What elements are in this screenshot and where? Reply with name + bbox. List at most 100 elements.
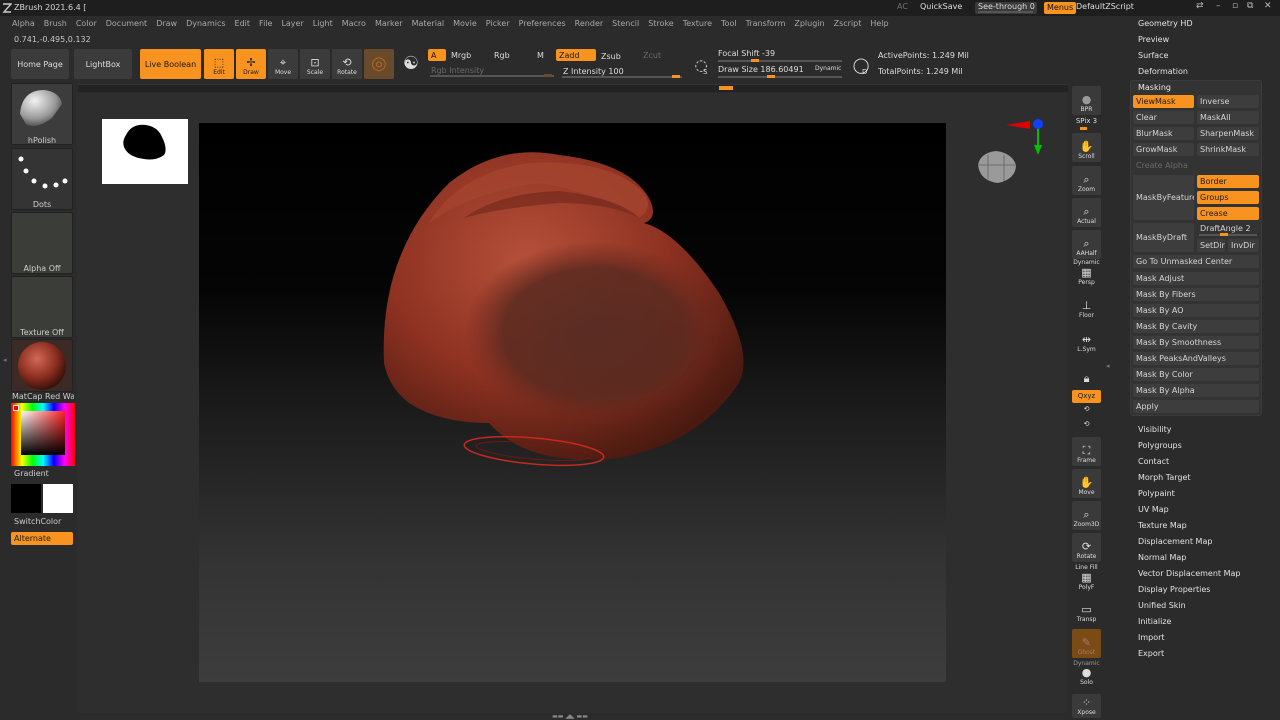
menu-dynamics[interactable]: Dynamics <box>186 19 225 31</box>
swap-icon[interactable]: ⇄ <box>1196 1 1204 11</box>
menu-tool[interactable]: Tool <box>721 19 737 31</box>
draftangle-knob[interactable] <box>1220 233 1228 236</box>
menu-document[interactable]: Document <box>106 19 147 31</box>
displacement-map-menu[interactable]: Displacement Map <box>1138 537 1212 546</box>
bpr-button[interactable]: ● BPR <box>1072 86 1101 115</box>
menu-marker[interactable]: Marker <box>375 19 403 31</box>
preview-menu[interactable]: Preview <box>1138 35 1169 44</box>
gyro-toggle-button[interactable]: ☯ <box>396 49 426 79</box>
growmask-button[interactable]: GrowMask <box>1133 143 1194 156</box>
seethrough-slider[interactable]: See-through 0 <box>975 2 1037 14</box>
export-menu[interactable]: Export <box>1138 649 1164 658</box>
polyf-button[interactable]: ▦ PolyF <box>1072 571 1101 593</box>
backface-mask-button[interactable]: ◯ <box>846 49 876 79</box>
document-viewport[interactable] <box>199 123 946 682</box>
scale-mode-button[interactable]: ⊡ Scale <box>300 49 330 79</box>
zoom3d-button[interactable]: ⌕ Zoom3D <box>1072 501 1101 530</box>
create-alpha-button[interactable]: Create Alpha <box>1133 159 1259 172</box>
border-toggle[interactable]: Border <box>1197 175 1259 188</box>
line-fill-toggle[interactable]: Line Fill <box>1072 564 1101 571</box>
scroll-button[interactable]: ✋ Scroll <box>1072 133 1101 162</box>
draw-mode-button[interactable]: ✢ Draw <box>236 49 266 79</box>
inverse-button[interactable]: Inverse <box>1197 95 1259 108</box>
unified-skin-menu[interactable]: Unified Skin <box>1138 601 1186 610</box>
mask-by-smoothness-menu[interactable]: Mask By Smoothness <box>1133 336 1259 349</box>
menu-zplugin[interactable]: Zplugin <box>794 19 824 31</box>
floor-button[interactable]: ⊥ Floor <box>1072 292 1101 321</box>
surface-menu[interactable]: Surface <box>1138 51 1168 60</box>
lightbox-button[interactable]: LightBox <box>74 49 132 79</box>
ghost-button[interactable]: ✎ Ghost <box>1072 629 1101 658</box>
aahalf-button[interactable]: ⌕ AAHalf <box>1072 230 1101 259</box>
default-zscript-button[interactable]: DefaultZScript <box>1076 2 1134 11</box>
xpose-button[interactable]: ⁘ Xpose <box>1072 694 1101 718</box>
blurmask-button[interactable]: BlurMask <box>1133 127 1194 140</box>
menu-preferences[interactable]: Preferences <box>519 19 566 31</box>
shrinkmask-button[interactable]: ShrinkMask <box>1197 143 1259 156</box>
setdir-button[interactable]: SetDir <box>1197 239 1225 252</box>
secondary-color-swatch[interactable] <box>43 484 73 513</box>
color-picker-square[interactable] <box>21 411 65 455</box>
zcut-toggle[interactable]: Zcut <box>640 49 661 61</box>
z-intensity-knob[interactable] <box>672 75 680 78</box>
dynamic-persp-toggle[interactable]: Dynamic <box>1072 259 1101 266</box>
texture-map-menu[interactable]: Texture Map <box>1138 521 1187 530</box>
right-tray-arrow-icon[interactable]: ◂ <box>1106 362 1110 370</box>
persp-button[interactable]: ▦ Persp <box>1072 266 1101 288</box>
menu-texture[interactable]: Texture <box>683 19 712 31</box>
lazy-mouse-button[interactable]: ◌ <box>686 49 716 79</box>
draw-size-knob[interactable] <box>767 75 775 78</box>
menu-alpha[interactable]: Alpha <box>12 19 35 31</box>
menu-stencil[interactable]: Stencil <box>612 19 639 31</box>
restore-icon[interactable]: ⧉ <box>1247 1 1253 11</box>
menu-transform[interactable]: Transform <box>746 19 786 31</box>
menu-picker[interactable]: Picker <box>486 19 510 31</box>
menu-render[interactable]: Render <box>575 19 603 31</box>
spix-slider[interactable]: SPix 3 <box>1072 117 1101 125</box>
gradient-label[interactable]: Gradient <box>14 469 49 478</box>
initialize-menu[interactable]: Initialize <box>1138 617 1171 626</box>
live-boolean-button[interactable]: Live Boolean <box>140 49 201 79</box>
move-mode-button[interactable]: ⌖ Move <box>268 49 298 79</box>
morph-target-menu[interactable]: Morph Target <box>1138 473 1191 482</box>
close-icon[interactable]: ✕ <box>1264 1 1272 11</box>
menu-layer[interactable]: Layer <box>281 19 303 31</box>
viewmask-button[interactable]: ViewMask <box>1133 95 1194 108</box>
move-view-button[interactable]: ✋ Move <box>1072 469 1101 498</box>
switchcolor-button[interactable]: SwitchColor <box>14 517 61 526</box>
menu-color[interactable]: Color <box>76 19 97 31</box>
crease-toggle[interactable]: Crease <box>1197 207 1259 220</box>
menu-movie[interactable]: Movie <box>453 19 477 31</box>
main-color-swatch[interactable] <box>11 484 41 513</box>
menu-macro[interactable]: Macro <box>342 19 366 31</box>
clear-mask-button[interactable]: Clear <box>1133 111 1194 124</box>
left-tray-arrow-icon[interactable]: ◂ <box>3 356 7 364</box>
rotate-z-icon[interactable]: ⟲ <box>1072 420 1101 428</box>
maskall-button[interactable]: MaskAll <box>1197 111 1259 124</box>
zadd-toggle[interactable]: Zadd <box>556 49 596 61</box>
geometry-hd-menu[interactable]: Geometry HD <box>1138 19 1193 28</box>
polypaint-menu[interactable]: Polypaint <box>1138 489 1175 498</box>
rgb-intensity-knob[interactable] <box>544 74 552 77</box>
maskbyfeature-button[interactable]: MaskByFeature <box>1133 175 1194 220</box>
mask-by-fibers-menu[interactable]: Mask By Fibers <box>1133 288 1259 301</box>
import-menu[interactable]: Import <box>1138 633 1165 642</box>
menu-light[interactable]: Light <box>313 19 333 31</box>
spix-knob[interactable] <box>1080 127 1087 130</box>
material-toggle-button[interactable]: ◎ <box>364 49 394 79</box>
transp-button[interactable]: ▭ Transp <box>1072 596 1101 625</box>
rotate-y-icon[interactable]: ⟲ <box>1072 405 1101 413</box>
material-thumbnail[interactable] <box>11 339 73 392</box>
minimize-icon[interactable]: – <box>1216 1 1221 11</box>
draw-size-slider[interactable]: Draw Size 186.60491 <box>718 65 804 74</box>
menu-draw[interactable]: Draw <box>156 19 177 31</box>
menu-edit[interactable]: Edit <box>235 19 251 31</box>
view-cube-head[interactable] <box>974 147 1020 187</box>
mask-adjust-menu[interactable]: Mask Adjust <box>1133 272 1259 285</box>
maximize-icon[interactable]: ▫ <box>1232 1 1238 11</box>
mask-by-color-menu[interactable]: Mask By Color <box>1133 368 1259 381</box>
lsym-button[interactable]: ⇹ L.Sym <box>1072 326 1101 355</box>
menu-material[interactable]: Material <box>412 19 445 31</box>
dynamic-size-toggle[interactable]: Dynamic <box>815 65 841 72</box>
rotate-mode-button[interactable]: ⟲ Rotate <box>332 49 362 79</box>
